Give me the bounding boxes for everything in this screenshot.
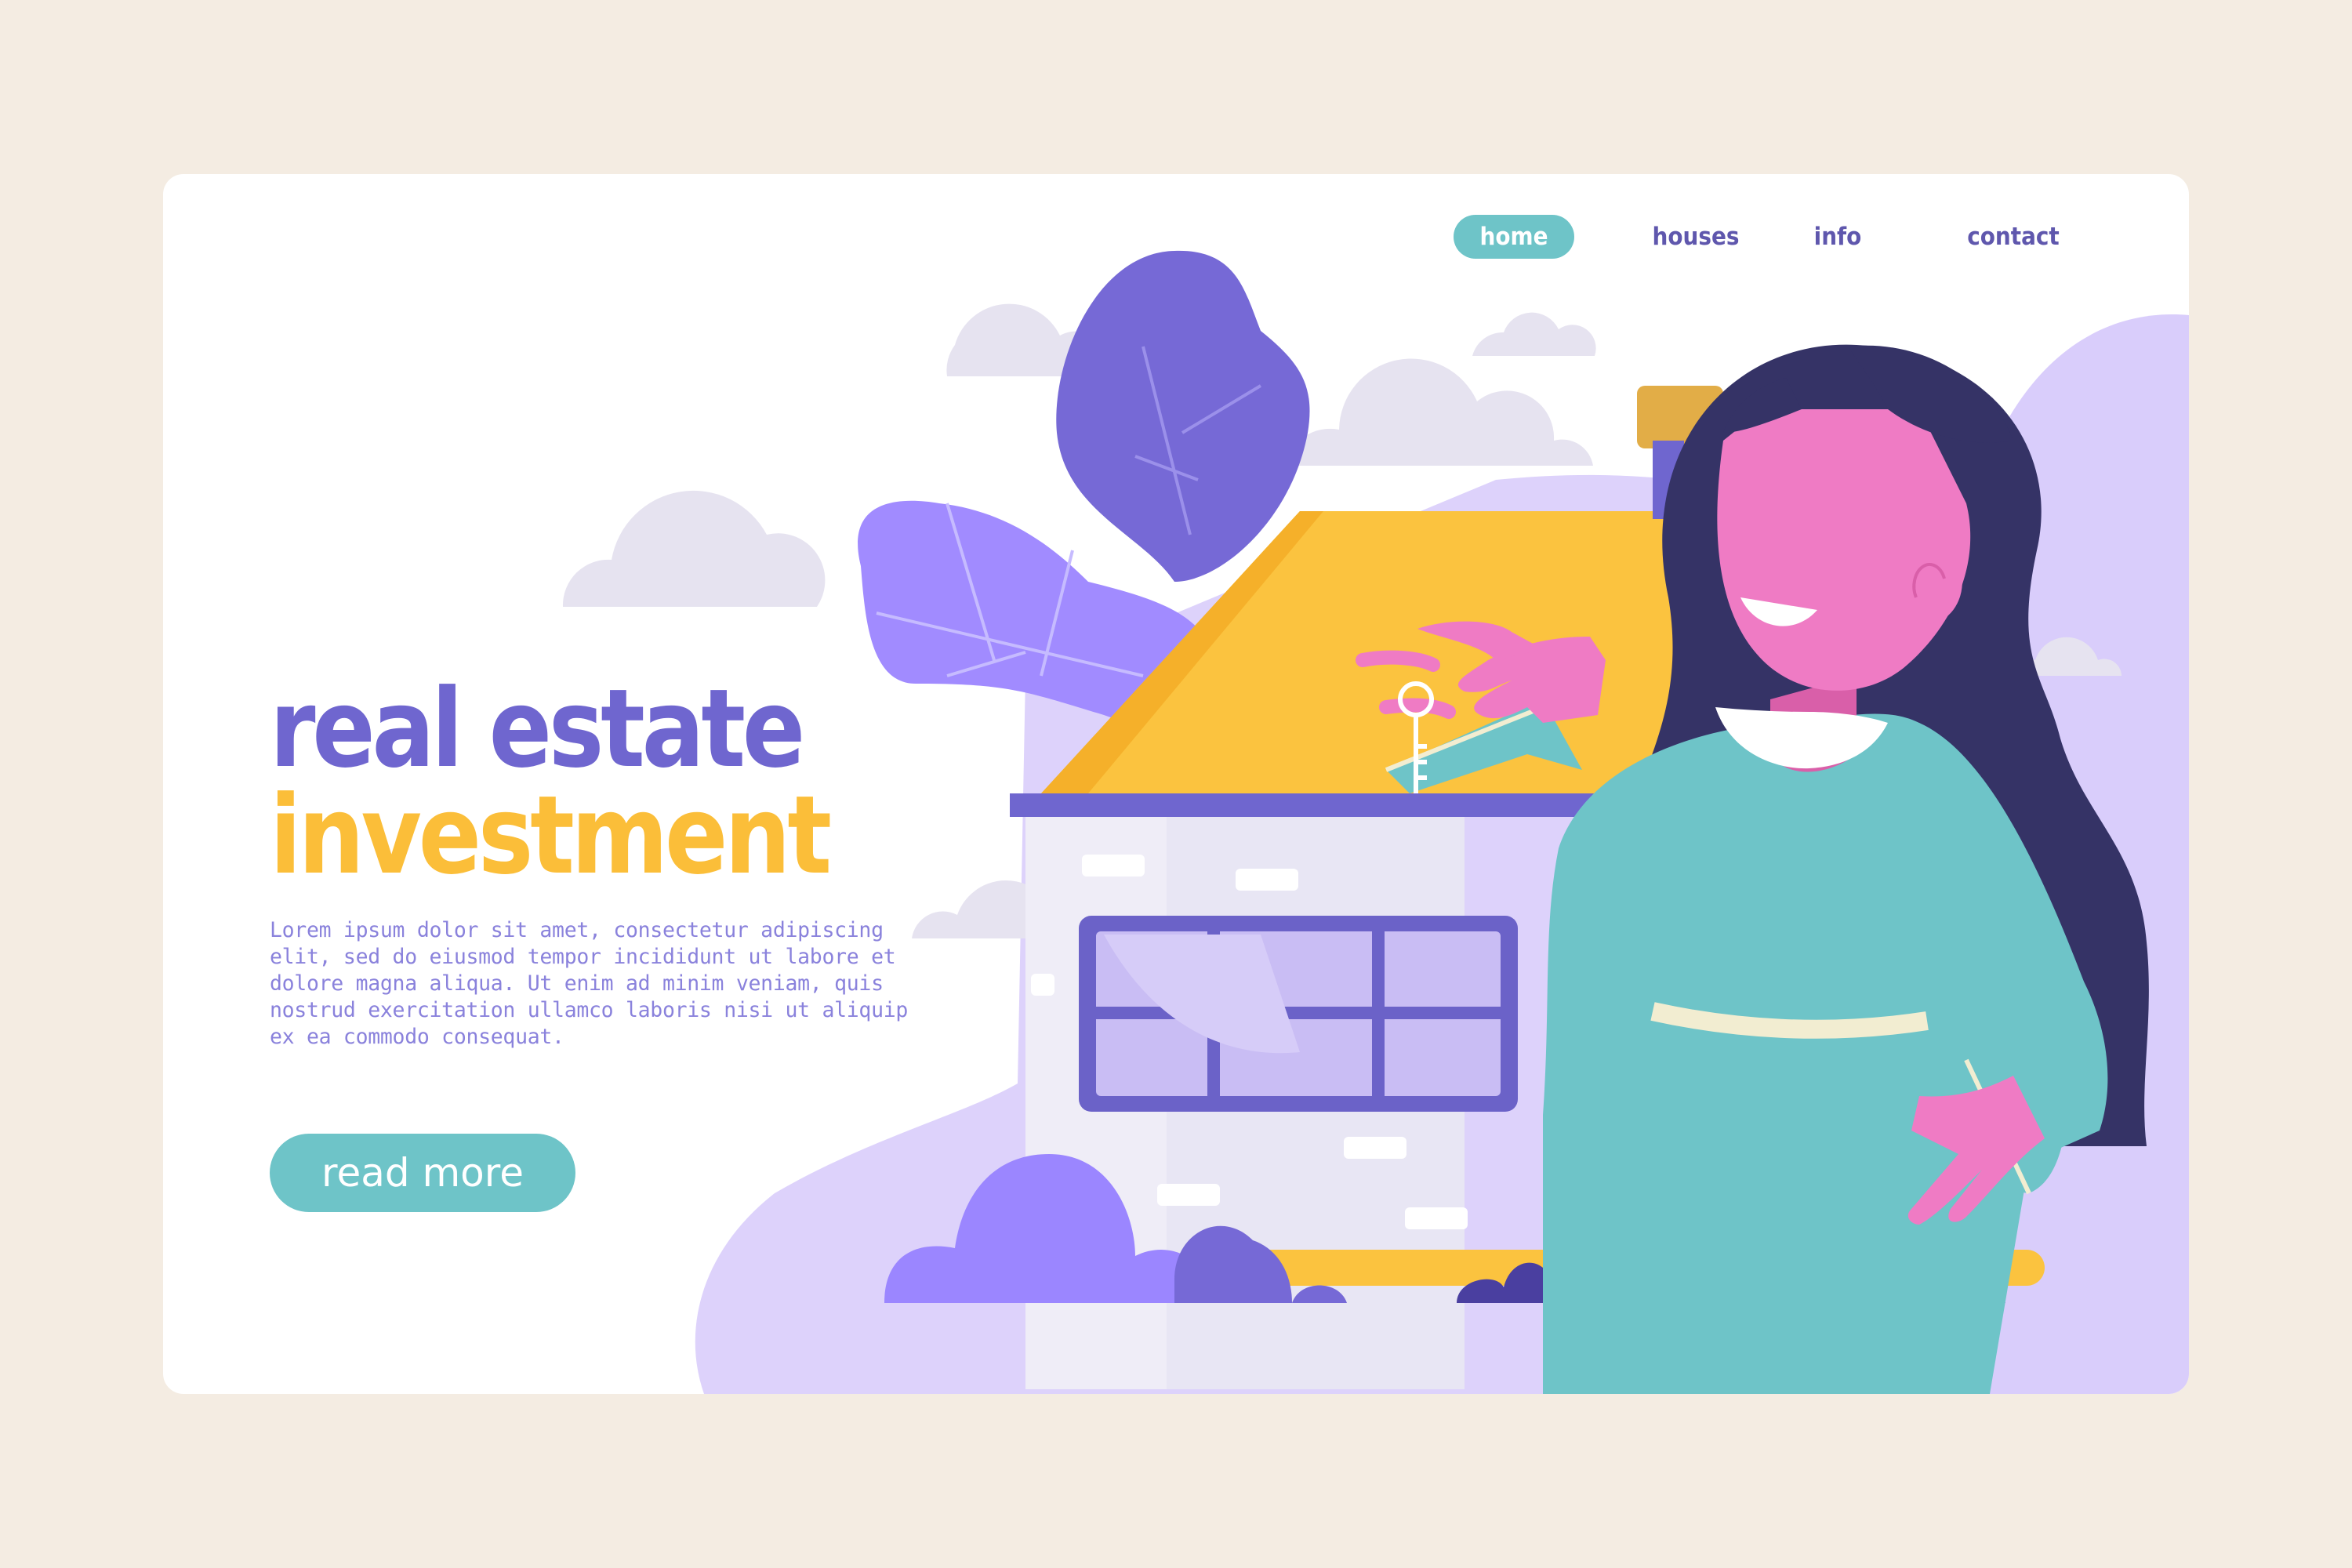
- read-more-button[interactable]: read more: [270, 1134, 575, 1212]
- hero-title: real estate investment: [270, 666, 832, 898]
- hero-body-text: Lorem ipsum dolor sit amet, consectetur …: [270, 918, 909, 1049]
- nav-houses[interactable]: houses: [1633, 215, 1759, 259]
- hero-title-line1: real estate: [270, 666, 805, 792]
- top-nav: home houses info contact: [163, 215, 2189, 260]
- landing-card: home houses info contact real estate inv…: [163, 174, 2189, 1394]
- nav-info[interactable]: info: [1798, 215, 1877, 259]
- nav-contact[interactable]: contact: [1947, 215, 2080, 259]
- hero-title-line2: investment: [270, 772, 832, 898]
- nav-home[interactable]: home: [1454, 215, 1574, 259]
